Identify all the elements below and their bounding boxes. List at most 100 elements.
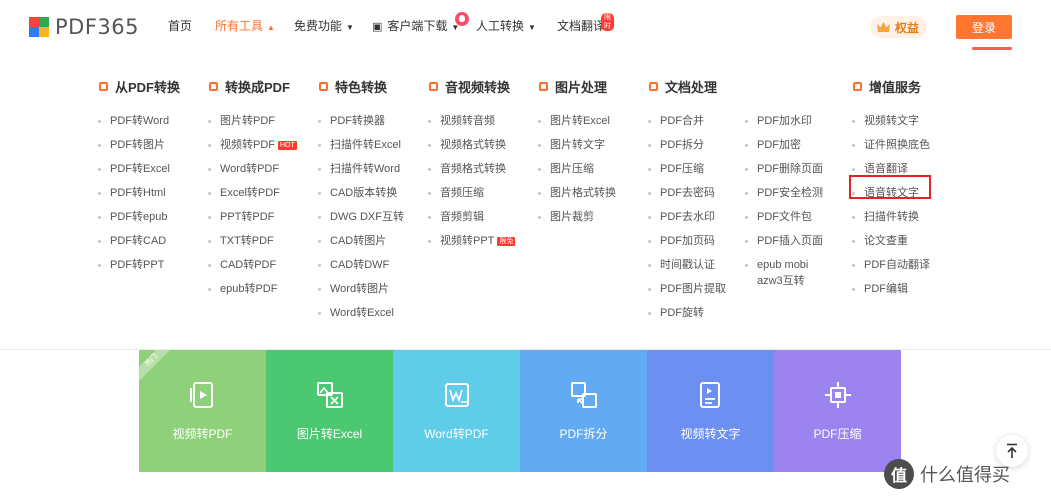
menu-item[interactable]: PDF旋转 <box>648 301 726 325</box>
menu-list: 视频转文字 证件照换底色 语音翻译 语音转文字 扫描件转换 论文查重 PDF自动… <box>852 109 930 301</box>
menu-item[interactable]: Word转Excel <box>318 301 404 325</box>
menu-item[interactable]: PDF转epub <box>98 205 180 229</box>
menu-item[interactable]: 图片转文字 <box>538 133 616 157</box>
column-heading-label: 音视频转换 <box>445 79 511 95</box>
feature-tile[interactable]: 视频转文字 <box>647 350 774 472</box>
menu-list: 图片转Excel 图片转文字 图片压缩 图片格式转换 图片裁剪 <box>538 109 616 229</box>
menu-item[interactable]: PDF压缩 <box>648 157 726 181</box>
menu-item[interactable]: 扫描件转Excel <box>318 133 404 157</box>
feature-tile[interactable]: 图片转Excel <box>266 350 393 472</box>
menu-item[interactable]: PDF图片提取 <box>648 277 726 301</box>
menu-item[interactable]: CAD转PDF <box>208 253 297 277</box>
menu-item[interactable]: PDF安全检测 <box>745 181 823 205</box>
menu-item[interactable]: 音频格式转换 <box>428 157 515 181</box>
menu-item[interactable]: Excel转PDF <box>208 181 297 205</box>
menu-item[interactable]: PDF编辑 <box>852 277 930 301</box>
menu-item[interactable]: PDF插入页面 <box>745 229 823 253</box>
menu-column-special: 特色转换 PDF转换器 扫描件转Excel 扫描件转Word CAD版本转换 D… <box>318 78 404 325</box>
menu-item[interactable]: 音频剪辑 <box>428 205 515 229</box>
menu-item[interactable]: 时间戳认证 <box>648 253 726 277</box>
video-text-icon <box>699 382 720 408</box>
nav-manual-convert-label: 人工转换 <box>476 19 525 33</box>
chevron-up-icon: ▲ <box>267 23 275 32</box>
column-heading-label: 文档处理 <box>665 79 718 95</box>
nav-free-features[interactable]: 免费功能 ▼ <box>294 17 354 34</box>
menu-item[interactable]: PDF转图片 <box>98 133 180 157</box>
menu-item[interactable]: 视频转PDF HOT <box>208 133 297 157</box>
menu-item[interactable]: PDF去密码 <box>648 181 726 205</box>
menu-item[interactable]: PDF转PPT <box>98 253 180 277</box>
menu-item[interactable]: PDF转Html <box>98 181 180 205</box>
menu-item[interactable]: PDF加页码 <box>648 229 726 253</box>
menu-item[interactable]: PPT转PDF <box>208 205 297 229</box>
menu-item[interactable]: PDF拆分 <box>648 133 726 157</box>
nav-manual-convert[interactable]: 人工转换 ▼ <box>476 17 536 34</box>
column-heading-label: 特色转换 <box>335 79 388 95</box>
menu-item[interactable]: 图片转PDF <box>208 109 297 133</box>
nav-all-tools-label: 所有工具 <box>215 19 264 33</box>
nav-all-tools[interactable]: 所有工具 ▲ <box>215 17 275 34</box>
watermark: 值 什么值得买 <box>884 459 1010 489</box>
menu-item[interactable]: CAD转图片 <box>318 229 404 253</box>
menu-item[interactable]: PDF加密 <box>745 133 823 157</box>
nav-client-download[interactable]: ▣ 客户端下载 ▼ <box>372 17 459 34</box>
menu-item[interactable]: PDF文件包 <box>745 205 823 229</box>
menu-item[interactable]: DWG DXF互转 <box>318 205 404 229</box>
column-heading: 从PDF转换 <box>98 78 181 95</box>
menu-item[interactable]: PDF加水印 <box>745 109 823 133</box>
nav-client-download-label: 客户端下载 <box>387 19 448 33</box>
menu-item[interactable]: PDF删除页面 <box>745 157 823 181</box>
column-heading: 增值服务 <box>852 78 930 95</box>
menu-item[interactable]: CAD转DWF <box>318 253 404 277</box>
menu-item[interactable]: 视频转PPT 限免 <box>428 229 516 253</box>
menu-item[interactable]: PDF转Word <box>98 109 180 133</box>
logo-text: PDF365 <box>55 15 139 39</box>
flame-icon <box>455 12 469 26</box>
menu-item[interactable]: 图片裁剪 <box>538 205 616 229</box>
menu-item[interactable]: PDF转换器 <box>318 109 404 133</box>
menu-item[interactable]: PDF自动翻译 <box>852 253 930 277</box>
menu-item-label: 视频转PPT <box>440 235 495 247</box>
feature-tile[interactable]: 热门 视频转PDF <box>139 350 266 472</box>
menu-item[interactable]: Word转PDF <box>208 157 297 181</box>
feature-tile-label: Word转PDF <box>424 427 489 441</box>
login-button[interactable]: 登录 <box>956 15 1012 39</box>
menu-item[interactable]: 图片格式转换 <box>538 181 616 205</box>
watermark-logo: 值 <box>884 459 914 489</box>
menu-item[interactable]: 音频压缩 <box>428 181 515 205</box>
menu-item[interactable]: 图片压缩 <box>538 157 616 181</box>
menu-item-label: 视频转PDF <box>220 139 275 151</box>
menu-item[interactable]: 视频格式转换 <box>428 133 515 157</box>
menu-item[interactable]: TXT转PDF <box>208 229 297 253</box>
menu-item[interactable]: 论文查重 <box>852 229 930 253</box>
feature-tile[interactable]: PDF拆分 <box>520 350 647 472</box>
menu-item[interactable]: Word转图片 <box>318 277 404 301</box>
video-doc-icon <box>189 382 213 408</box>
nav-doc-translate[interactable]: 文档翻译 <box>557 17 605 34</box>
nav-doc-translate-label: 文档翻译 <box>557 19 606 33</box>
menu-item[interactable]: epub mobi azw3互转 <box>745 253 815 289</box>
menu-item[interactable]: 图片转Excel <box>538 109 616 133</box>
menu-item[interactable]: 视频转文字 <box>852 109 930 133</box>
feature-band: 热门 视频转PDF 图片转Excel Word转PDF PDF拆分 视频转文字 … <box>139 350 902 472</box>
feature-tile[interactable]: PDF压缩 <box>774 350 901 472</box>
arrow-up-icon <box>1007 443 1017 458</box>
menu-item[interactable]: PDF转Excel <box>98 157 180 181</box>
menu-column-av: 音视频转换 视频转音频 视频格式转换 音频格式转换 音频压缩 音频剪辑 视频转P… <box>428 78 516 253</box>
menu-item[interactable]: PDF合并 <box>648 109 726 133</box>
nav-home[interactable]: 首页 <box>168 17 192 34</box>
feature-tile[interactable]: Word转PDF <box>393 350 520 472</box>
benefits-button[interactable]: 权益 <box>870 16 928 38</box>
menu-item[interactable]: PDF转CAD <box>98 229 180 253</box>
column-heading-label: 从PDF转换 <box>115 79 181 95</box>
menu-item[interactable]: 扫描件转Word <box>318 157 404 181</box>
column-heading: 特色转换 <box>318 78 404 95</box>
menu-item[interactable]: CAD版本转换 <box>318 181 404 205</box>
menu-item[interactable]: 视频转音频 <box>428 109 515 133</box>
menu-item[interactable]: 扫描件转换 <box>852 205 930 229</box>
menu-item[interactable]: 证件照换底色 <box>852 133 930 157</box>
menu-item[interactable]: epub转PDF <box>208 277 297 301</box>
logo[interactable]: PDF365 <box>29 15 139 39</box>
menu-item[interactable]: PDF去水印 <box>648 205 726 229</box>
hot-tag: HOT <box>278 140 297 150</box>
